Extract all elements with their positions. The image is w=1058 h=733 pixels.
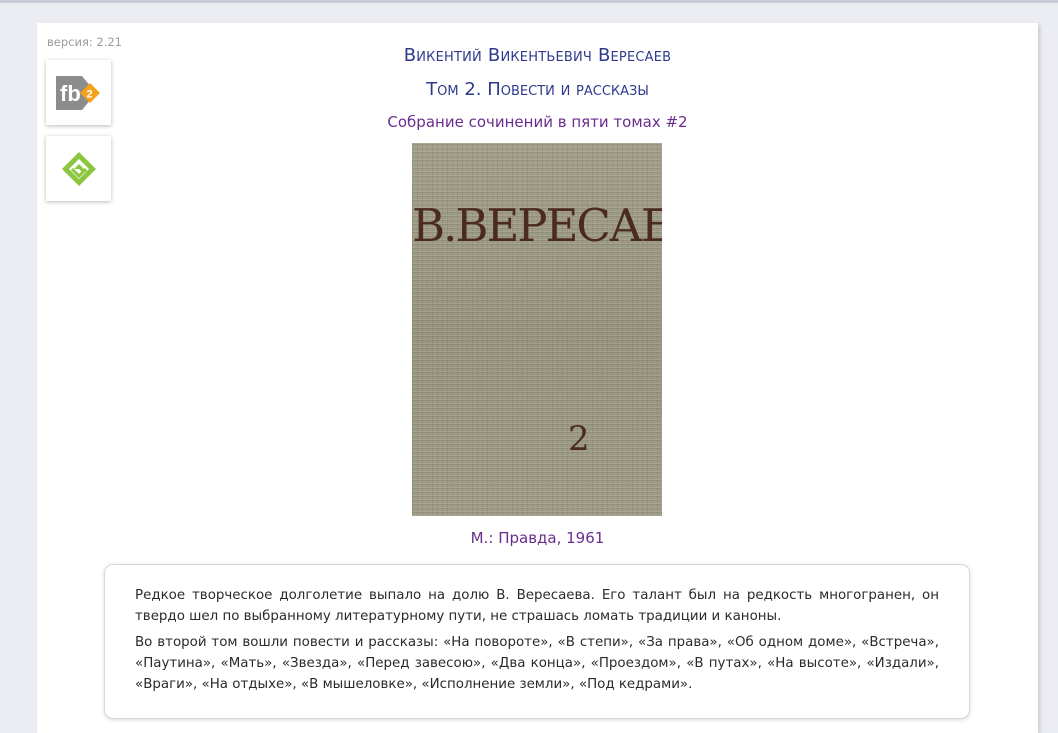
annotation-paragraph: Во второй том вошли повести и рассказы: … [135, 635, 939, 692]
book-publisher[interactable]: М.: Правда, 1961 [37, 529, 1038, 547]
download-epub-button[interactable] [46, 136, 111, 201]
book-title: Том 2. Повести и рассказы [426, 79, 649, 100]
annotation-box: Редкое творческое долголетие выпало на д… [104, 564, 970, 719]
top-border [0, 0, 1058, 3]
book-author[interactable]: Викентий Викентьевич Вересаев [37, 45, 1038, 66]
book-card: версия: 2.21 fb 2 Викентий Викентьевич В… [37, 23, 1038, 733]
annotation-paragraph: Редкое творческое долголетие выпало на д… [135, 588, 939, 624]
cover-volume-number: 2 [568, 419, 590, 459]
book-series-link[interactable]: Собрание сочинений в пяти томах #2 [37, 113, 1038, 131]
cover-author-text: В.ВЕРЕСАЕВ [412, 199, 662, 252]
book-cover-image: В.ВЕРЕСАЕВ 2 [412, 143, 662, 516]
epub-icon [61, 151, 96, 186]
